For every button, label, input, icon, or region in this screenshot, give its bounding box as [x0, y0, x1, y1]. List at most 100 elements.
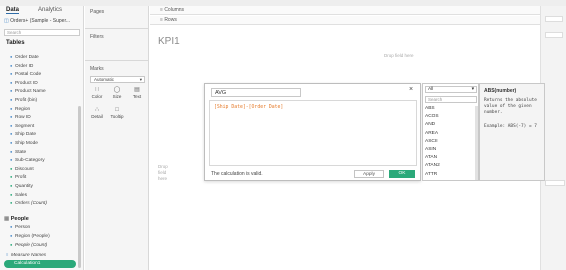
- function-item[interactable]: ASCII: [425, 139, 438, 144]
- field-label: Profit: [15, 175, 27, 181]
- field-label: Person: [15, 225, 31, 230]
- function-item[interactable]: ASIN: [425, 147, 436, 152]
- sheet-title: KPI1: [158, 36, 180, 47]
- marks-card-title: Marks: [90, 66, 104, 72]
- field-search-input[interactable]: Search: [4, 29, 80, 36]
- tab-analytics[interactable]: Analytics: [38, 7, 62, 13]
- cards-pane: Pages Filters Marks Automatic ▾ ∷ Color ◯…: [85, 6, 149, 270]
- field-label: Quantity: [15, 184, 33, 189]
- field-label: Postal Code: [15, 72, 42, 78]
- field-label: Profit (bin): [15, 98, 38, 103]
- detail-button[interactable]: ∴ Detail: [88, 106, 106, 122]
- field-label: Product ID: [15, 80, 38, 86]
- field-item[interactable]: ● Order ID: [10, 63, 33, 69]
- field-label: Measure Names: [11, 253, 47, 258]
- function-category-dropdown[interactable]: All ▾: [425, 86, 477, 93]
- field-item[interactable]: ● Product Name: [10, 88, 46, 94]
- field-label: Orders (Count): [15, 201, 47, 207]
- datasource-label: Orders+ (Sample - Super...: [10, 18, 71, 24]
- data-pane: Data Analytics ◫ Orders+ (Sample - Super…: [0, 6, 84, 270]
- function-search-input[interactable]: Search: [425, 96, 477, 103]
- field-label: Sales: [15, 192, 27, 198]
- drop-field-hint[interactable]: Drop field here: [384, 53, 414, 58]
- size-icon: ◯: [113, 87, 121, 93]
- filters-card-title: Filters: [90, 34, 104, 40]
- text-button[interactable]: ▤ Text: [128, 86, 146, 102]
- size-button[interactable]: ◯ Size: [108, 86, 126, 102]
- scrollbar[interactable]: [78, 106, 81, 268]
- field-label: Product Name: [15, 89, 46, 95]
- function-item[interactable]: ABS: [425, 106, 435, 111]
- side-control[interactable]: [545, 180, 565, 186]
- field-item[interactable]: ● Segment: [10, 123, 34, 129]
- field-item[interactable]: ● Sales: [10, 192, 27, 198]
- function-list-scrollbar[interactable]: [475, 106, 478, 180]
- field-item[interactable]: ● Discount: [10, 166, 34, 172]
- field-item[interactable]: ● Region (People): [10, 233, 50, 239]
- color-icon: ∷: [95, 87, 99, 93]
- tab-data[interactable]: Data: [6, 7, 20, 14]
- field-item[interactable]: ● Postal Code: [10, 71, 41, 77]
- field-label: Sub-Category: [15, 158, 45, 164]
- function-item[interactable]: ATAN: [425, 155, 437, 160]
- database-icon: ◫: [4, 18, 9, 24]
- function-item[interactable]: ACOS: [425, 114, 439, 119]
- calculation-dialog: AVG × [Ship Date]-[Order Date] The calcu…: [204, 83, 421, 181]
- function-item[interactable]: ATTR: [425, 172, 437, 177]
- field-item[interactable]: ● Profit (bin): [10, 97, 37, 103]
- function-category-label: All: [428, 87, 434, 92]
- divider: [85, 60, 149, 61]
- function-item[interactable]: ATAN2: [425, 163, 440, 168]
- field-item[interactable]: ● State: [10, 149, 26, 155]
- field-item[interactable]: ● Row ID: [10, 114, 31, 120]
- field-label: People (Count): [15, 243, 48, 248]
- field-item[interactable]: ● Product ID: [10, 80, 38, 86]
- function-help-panel: ABS(number) Returns the absolute value o…: [479, 83, 545, 181]
- field-item[interactable]: ● Person: [10, 224, 30, 230]
- field-item[interactable]: ● Ship Mode: [10, 140, 38, 146]
- formula-text: [Ship Date]-[Order Date]: [214, 105, 284, 110]
- field-item[interactable]: ● Quantity: [10, 183, 33, 189]
- tables-heading: Tables: [6, 40, 25, 46]
- validation-message: The calculation is valid.: [211, 171, 263, 177]
- mark-type-dropdown[interactable]: Automatic ▾: [90, 76, 145, 83]
- drop-field-side-hint[interactable]: Drop field here: [158, 164, 172, 182]
- columns-shelf[interactable]: ≡ Columns: [150, 6, 566, 15]
- formula-editor[interactable]: [Ship Date]-[Order Date]: [209, 100, 417, 166]
- field-label: Row ID: [15, 115, 31, 121]
- field-item[interactable]: ● People (Count): [10, 242, 47, 248]
- calculation-pill[interactable]: Calculation1: [4, 260, 76, 268]
- color-label: Color: [91, 94, 103, 99]
- calculation-name-input[interactable]: AVG: [211, 88, 301, 97]
- help-description: Returns the absolute value of the given …: [484, 98, 537, 115]
- field-label: Order Date: [15, 55, 39, 60]
- field-label: Region (People): [15, 234, 50, 239]
- chevron-down-icon: ▾: [139, 77, 142, 82]
- help-example: Example: ABS(-7) = 7: [484, 124, 537, 129]
- people-heading[interactable]: ▦ People: [4, 216, 29, 222]
- chevron-down-icon: ▾: [471, 87, 474, 92]
- field-item[interactable]: ● Profit: [10, 174, 26, 180]
- function-item[interactable]: AREA: [425, 131, 438, 136]
- tooltip-button[interactable]: □ Tooltip: [108, 106, 126, 122]
- field-item[interactable]: ● Sub-Category: [10, 157, 45, 163]
- detail-label: Detail: [91, 114, 103, 119]
- field-item-measure-names[interactable]: ≡ Measure Names: [6, 252, 46, 258]
- function-item[interactable]: AND: [425, 122, 435, 127]
- datasource-item[interactable]: ◫ Orders+ (Sample - Super...: [4, 18, 70, 24]
- field-label: Region: [15, 106, 31, 112]
- apply-button[interactable]: Apply: [354, 170, 384, 178]
- ok-button[interactable]: OK: [389, 170, 415, 178]
- side-control[interactable]: [545, 32, 563, 38]
- side-control[interactable]: [545, 16, 563, 22]
- rows-shelf[interactable]: ≡ Rows: [150, 16, 566, 25]
- color-button[interactable]: ∷ Color: [88, 86, 106, 102]
- pane-tabs: Data Analytics: [0, 6, 84, 16]
- close-icon[interactable]: ×: [409, 86, 413, 93]
- field-item[interactable]: ● Ship Date: [10, 131, 36, 137]
- field-item[interactable]: ● Region: [10, 106, 30, 112]
- field-label: Segment: [15, 123, 35, 129]
- field-item[interactable]: ● Orders (Count): [10, 200, 47, 206]
- people-heading-label: People: [10, 216, 29, 222]
- field-item[interactable]: ● Order Date: [10, 54, 39, 60]
